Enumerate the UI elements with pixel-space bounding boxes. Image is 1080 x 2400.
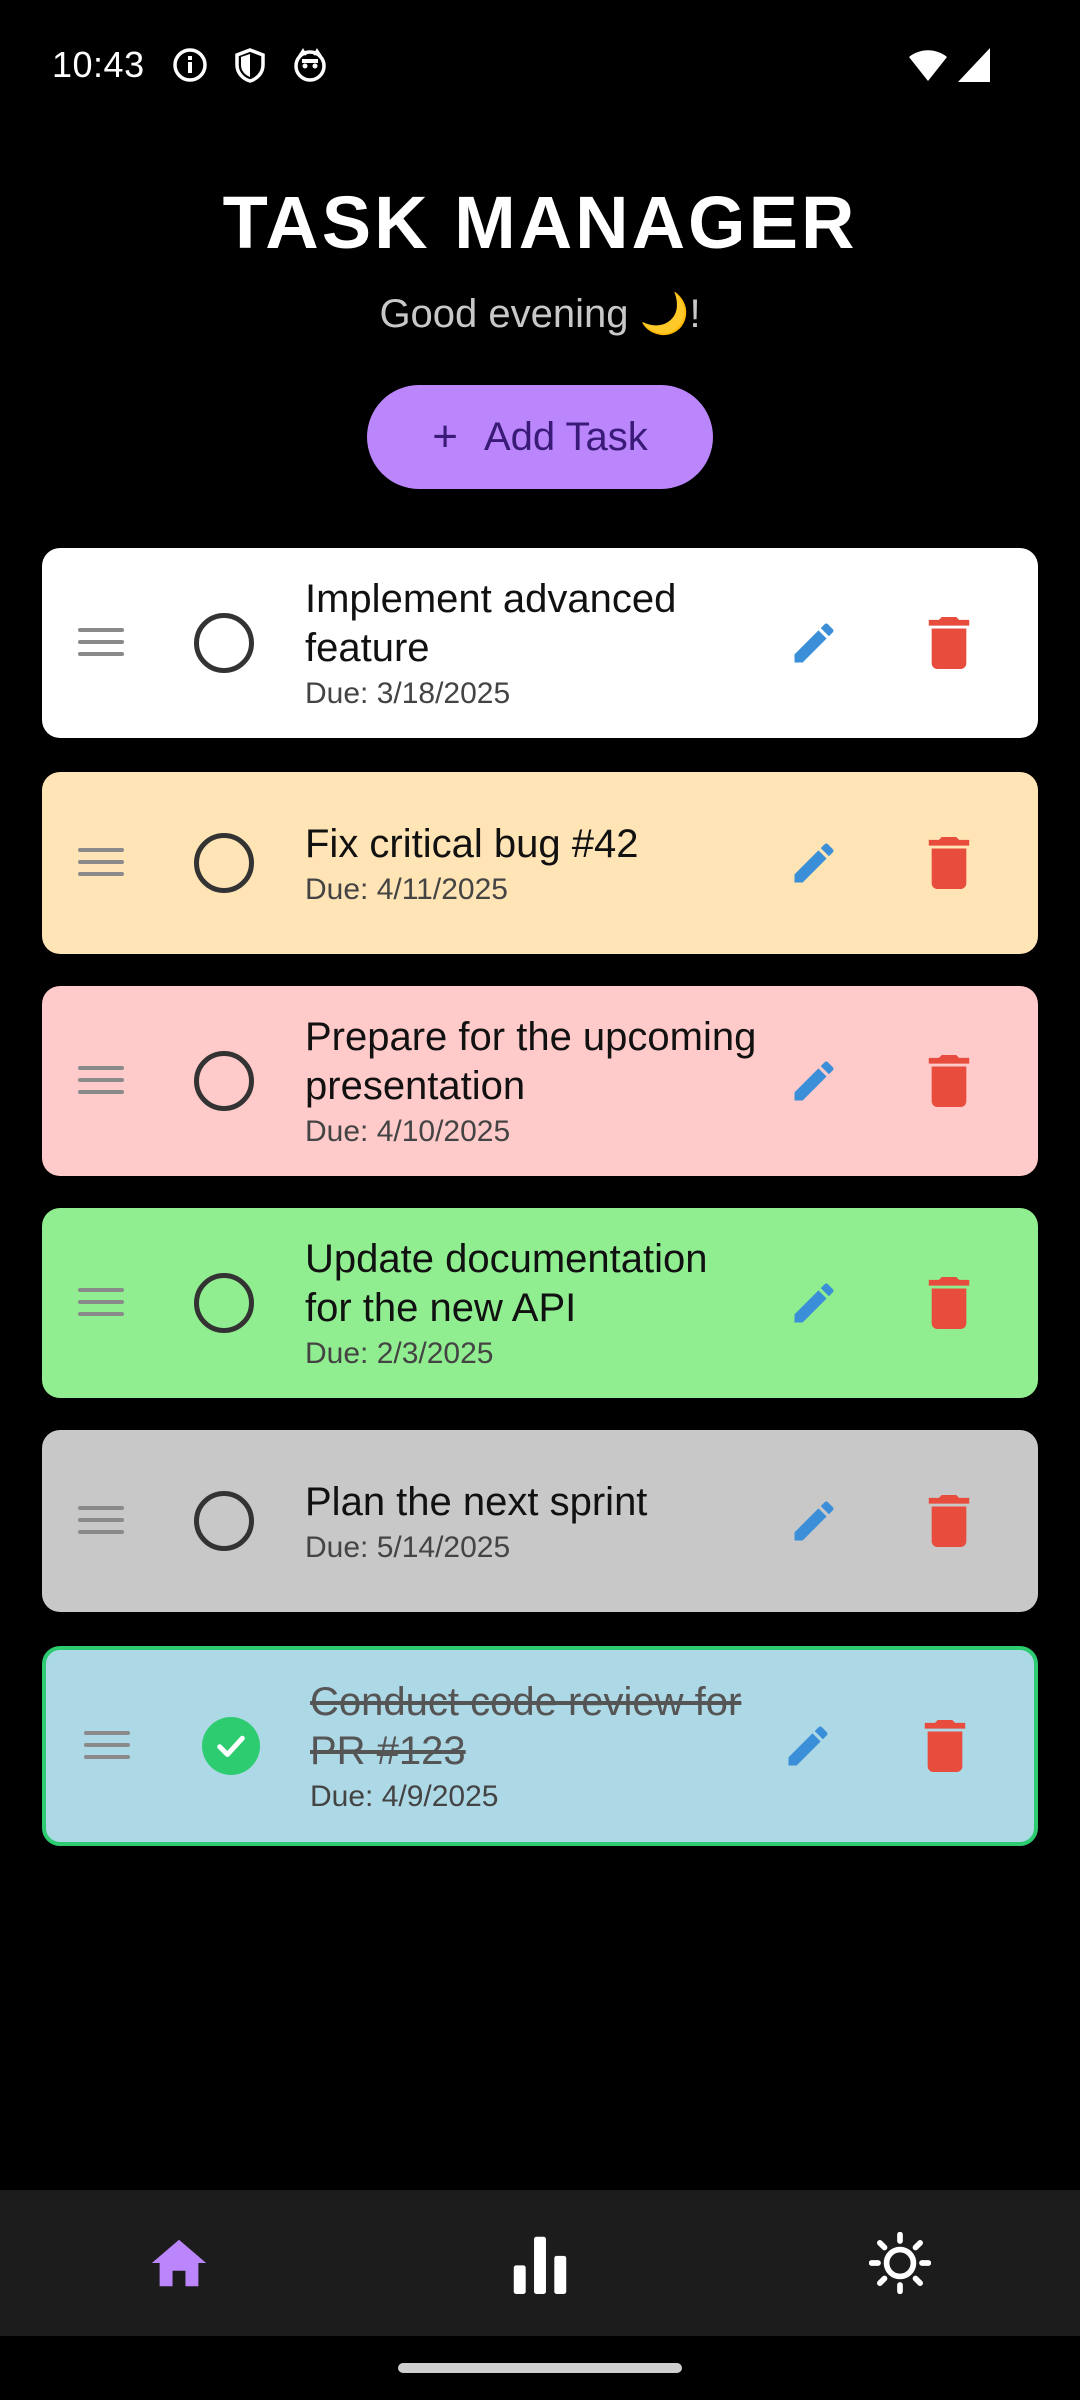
task-text: Plan the next sprint Due: 5/14/2025: [305, 1478, 765, 1565]
gesture-bar[interactable]: [398, 2363, 682, 2373]
task-checkbox[interactable]: [194, 1273, 254, 1333]
nav-home[interactable]: [134, 2218, 224, 2308]
cat-face-icon: [291, 46, 329, 84]
status-icons-left: [171, 46, 329, 84]
pencil-icon: [794, 623, 834, 663]
task-card[interactable]: Plan the next sprint Due: 5/14/2025: [42, 1430, 1038, 1612]
task-due-date: Due: 5/14/2025: [305, 1530, 511, 1564]
task-due-date: Due: 4/9/2025: [310, 1780, 499, 1813]
sun-icon: [869, 2232, 931, 2294]
task-card[interactable]: Implement advanced feature Due: 3/18/202…: [42, 548, 1038, 738]
trash-icon: [924, 1720, 966, 1772]
task-checkbox[interactable]: [194, 1051, 254, 1111]
status-time: 10:43: [52, 44, 145, 85]
task-checkbox[interactable]: [194, 613, 254, 673]
bar-chart-icon: [513, 2236, 567, 2294]
task-due-date: Due: 4/11/2025: [305, 872, 508, 906]
drag-handle-icon[interactable]: [78, 1288, 124, 1318]
edit-button[interactable]: [784, 1273, 844, 1333]
task-due-date: Due: 3/18/2025: [305, 677, 511, 710]
drag-handle-icon[interactable]: [78, 1506, 124, 1536]
pencil-icon: [794, 1283, 834, 1323]
pencil-icon: [788, 1726, 828, 1766]
delete-button[interactable]: [922, 613, 976, 673]
trash-icon: [928, 1055, 970, 1107]
pencil-icon: [794, 1061, 834, 1101]
task-text: Conduct code review for PR #123 Due: 4/9…: [310, 1678, 770, 1814]
screen: 10:43 TASK MANAGER Good evening 🌙! + Add: [0, 0, 1080, 2400]
nav-theme[interactable]: [855, 2218, 945, 2308]
task-title: Implement advanced feature: [305, 577, 677, 670]
status-bar: 10:43: [0, 0, 1080, 130]
trash-icon: [928, 837, 970, 889]
task-card[interactable]: Fix critical bug #42 Due: 4/11/2025: [42, 772, 1038, 954]
status-icons-right: [908, 48, 990, 82]
task-checkbox[interactable]: [194, 1491, 254, 1551]
trash-icon: [928, 617, 970, 669]
signal-icon: [958, 48, 990, 82]
drag-handle-icon[interactable]: [84, 1731, 130, 1761]
pencil-icon: [794, 1501, 834, 1541]
task-checkbox[interactable]: [194, 833, 254, 893]
delete-button[interactable]: [922, 833, 976, 893]
task-title: Prepare for the upcoming presentation: [305, 1015, 757, 1108]
pencil-icon: [794, 843, 834, 883]
wifi-icon: [908, 48, 948, 82]
trash-icon: [928, 1495, 970, 1547]
check-icon: [217, 1735, 245, 1757]
task-text: Fix critical bug #42 Due: 4/11/2025: [305, 820, 765, 907]
info-icon: [171, 46, 209, 84]
task-title: Update documentation for the new API: [305, 1237, 708, 1330]
task-text: Prepare for the upcoming presentation Du…: [305, 1013, 765, 1149]
shield-icon: [231, 46, 269, 84]
edit-button[interactable]: [784, 613, 844, 673]
edit-button[interactable]: [784, 1051, 844, 1111]
task-due-date: Due: 2/3/2025: [305, 1337, 494, 1370]
bottom-nav: [0, 2190, 1080, 2336]
add-task-label: Add Task: [483, 414, 648, 459]
plus-icon: +: [432, 412, 458, 461]
drag-handle-icon[interactable]: [78, 848, 124, 878]
greeting: Good evening 🌙!: [379, 292, 701, 336]
task-text: Update documentation for the new API Due…: [305, 1235, 765, 1371]
delete-button[interactable]: [918, 1716, 972, 1776]
add-task-button[interactable]: + Add Task: [367, 385, 713, 489]
task-card-completed[interactable]: Conduct code review for PR #123 Due: 4/9…: [42, 1646, 1038, 1846]
task-card[interactable]: Update documentation for the new API Due…: [42, 1208, 1038, 1398]
delete-button[interactable]: [922, 1051, 976, 1111]
edit-button[interactable]: [784, 833, 844, 893]
edit-button[interactable]: [778, 1716, 838, 1776]
task-title: Conduct code review for PR #123: [310, 1680, 742, 1773]
task-checkbox-checked[interactable]: [202, 1717, 260, 1775]
task-title: Plan the next sprint: [305, 1479, 648, 1524]
edit-button[interactable]: [784, 1491, 844, 1551]
home-icon: [151, 2239, 207, 2287]
task-text: Implement advanced feature Due: 3/18/202…: [305, 575, 765, 711]
delete-button[interactable]: [922, 1491, 976, 1551]
delete-button[interactable]: [922, 1273, 976, 1333]
task-due-date: Due: 4/10/2025: [305, 1115, 511, 1148]
drag-handle-icon[interactable]: [78, 1066, 124, 1096]
app-title: TASK MANAGER: [222, 181, 858, 264]
trash-icon: [928, 1277, 970, 1329]
drag-handle-icon[interactable]: [78, 628, 124, 658]
task-title: Fix critical bug #42: [305, 821, 639, 866]
nav-stats[interactable]: [495, 2218, 585, 2308]
task-card[interactable]: Prepare for the upcoming presentation Du…: [42, 986, 1038, 1176]
